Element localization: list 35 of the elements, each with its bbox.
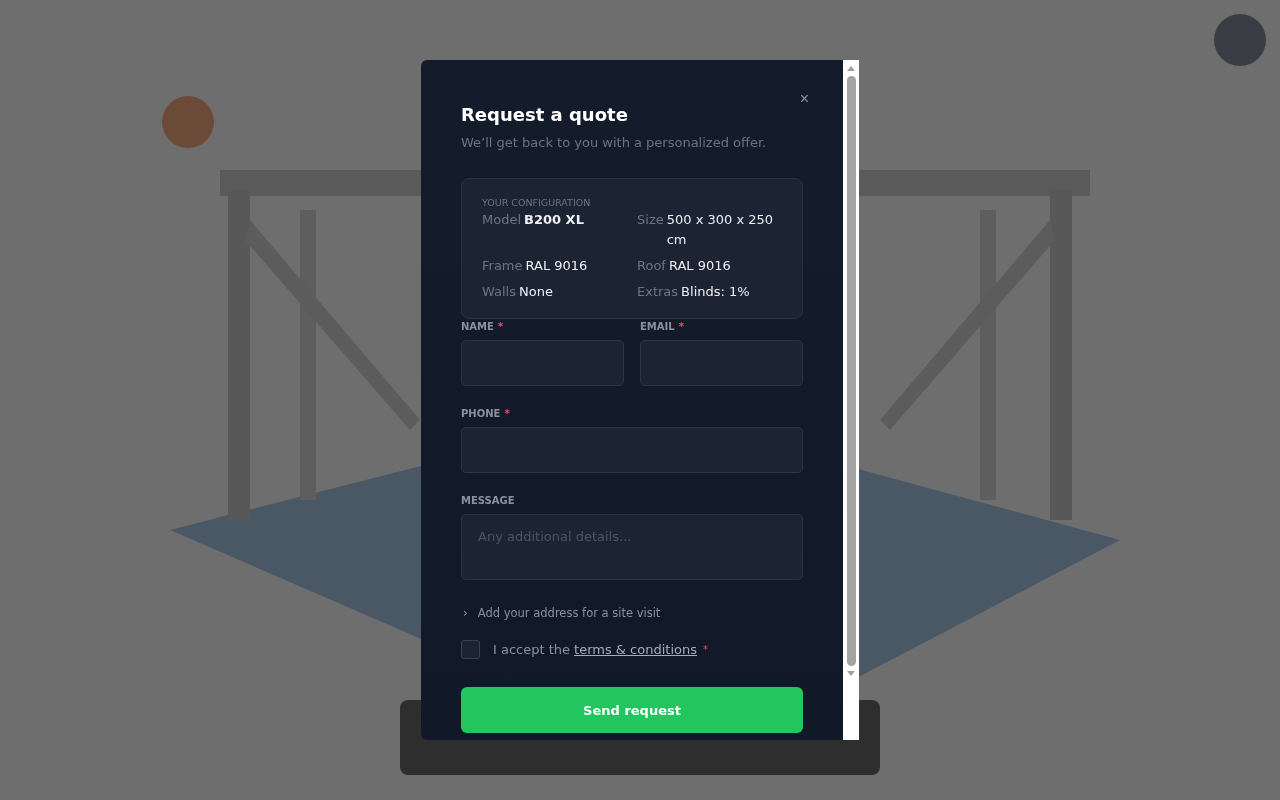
scrollbar[interactable] <box>843 60 859 740</box>
field-label: PHONE <box>461 408 501 419</box>
config-value: RAL 9016 <box>525 257 588 275</box>
config-label: Roof <box>637 257 666 275</box>
config-label: Walls <box>482 283 516 301</box>
required-mark: * <box>504 408 510 419</box>
config-value: 500 x 300 x 250 cm <box>666 211 775 249</box>
terms-checkbox[interactable] <box>461 640 480 659</box>
required-mark: * <box>497 321 504 332</box>
config-value: Blinds: 1% <box>681 283 750 301</box>
config-value: RAL 9016 <box>668 257 731 275</box>
config-label: Size <box>637 211 664 229</box>
input-field[interactable] <box>461 340 624 386</box>
config-value: B200 XL <box>524 211 584 229</box>
dialog-title: Request a quote <box>461 104 628 125</box>
terms-text: I accept the <box>493 642 571 657</box>
scroll-up-icon[interactable] <box>846 64 856 72</box>
config-label: Frame <box>482 257 523 275</box>
field-label: MESSAGE <box>461 495 515 506</box>
dialog-subtitle: We’ll get back to you with a personalized offer. <box>461 135 768 150</box>
close-button[interactable]: × <box>799 90 810 108</box>
chevron-icon: › <box>463 606 468 620</box>
config-label: Extras <box>637 283 679 301</box>
scroll-down-icon[interactable] <box>846 670 856 678</box>
config-value: None <box>519 283 553 301</box>
field-label: EMAIL <box>640 321 675 332</box>
required-mark: * <box>703 644 708 655</box>
field-label: NAME <box>461 321 494 332</box>
terms-link[interactable]: terms & conditions <box>574 642 697 657</box>
input-field[interactable] <box>640 340 804 386</box>
input-field[interactable] <box>461 427 804 473</box>
required-mark: * <box>678 321 684 332</box>
configuration-heading: YOUR CONFIGURATION <box>482 197 592 208</box>
address-toggle-link[interactable]: Add your address for a site visit <box>477 606 661 620</box>
config-label: Model <box>482 211 522 229</box>
